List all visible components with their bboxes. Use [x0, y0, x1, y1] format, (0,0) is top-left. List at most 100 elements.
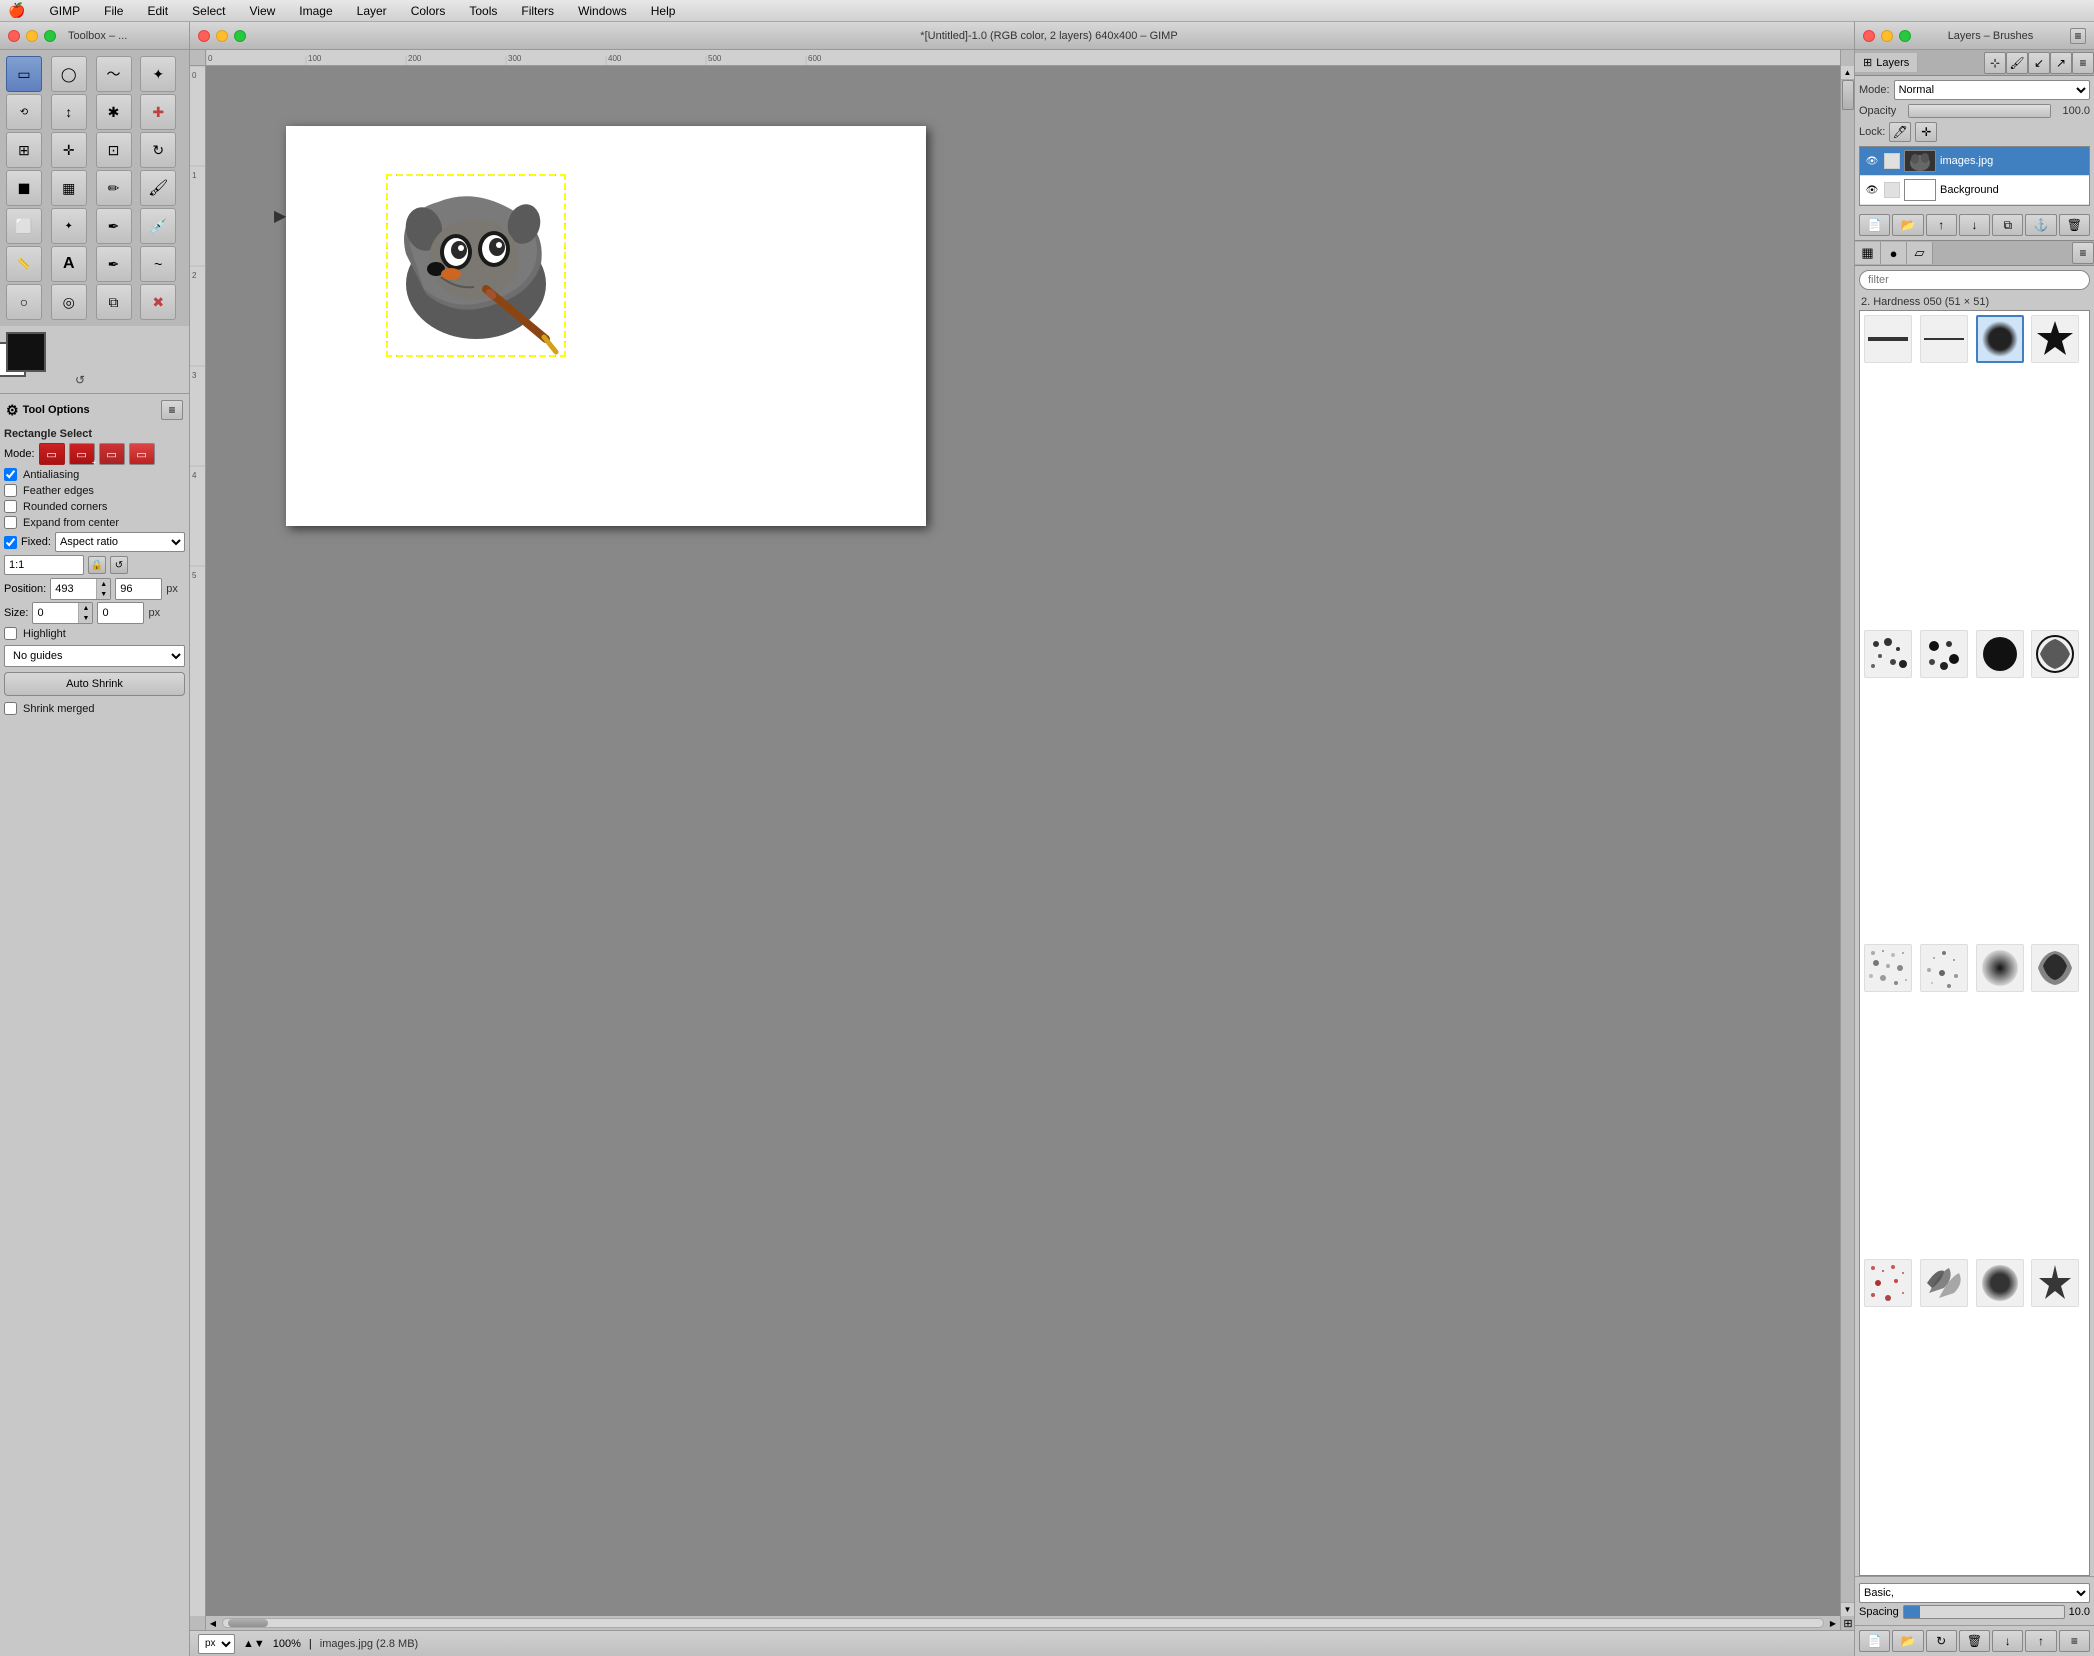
- brush-scatter-2[interactable]: [1920, 630, 1968, 678]
- foreground-color[interactable]: [6, 332, 46, 372]
- airbrush-tool[interactable]: ✦: [51, 208, 87, 244]
- right-minimize-btn[interactable]: [1881, 30, 1893, 42]
- rotate-tool[interactable]: ↻: [140, 132, 176, 168]
- brush-delete-btn[interactable]: 🗑: [1959, 1630, 1990, 1652]
- brushes-config-btn[interactable]: ≡: [2072, 242, 2094, 264]
- size-w-spinbox[interactable]: ▲ ▼: [32, 602, 93, 624]
- menu-filters[interactable]: Filters: [517, 4, 558, 18]
- brush-new-btn[interactable]: 📄: [1859, 1630, 1890, 1652]
- brush-round-large[interactable]: [1976, 1259, 2024, 1307]
- scale-tool[interactable]: ⟲: [6, 94, 42, 130]
- menu-layer[interactable]: Layer: [353, 4, 391, 18]
- sharpen-blur-tool[interactable]: ◎: [51, 284, 87, 320]
- brush-open-btn[interactable]: 📂: [1892, 1630, 1923, 1652]
- heal-tool[interactable]: ✚: [140, 94, 176, 130]
- h-scroll-thumb[interactable]: [228, 1619, 268, 1627]
- menu-help[interactable]: Help: [647, 4, 680, 18]
- toolbox-maximize-btn[interactable]: [44, 30, 56, 42]
- brush-round[interactable]: [1976, 630, 2024, 678]
- canvas-minimize-btn[interactable]: [216, 30, 228, 42]
- panel-icon-btn-2[interactable]: 🖌: [2006, 52, 2028, 74]
- brush-star[interactable]: [2031, 315, 2079, 363]
- layer-chain-images[interactable]: [1884, 153, 1900, 169]
- brush-line-1[interactable]: [1864, 315, 1912, 363]
- brush-extra-1[interactable]: ↓: [1992, 1630, 2023, 1652]
- brush-grunge-1[interactable]: [2031, 630, 2079, 678]
- ink-tool[interactable]: ✒: [96, 208, 132, 244]
- flip-tool[interactable]: ↕: [51, 94, 87, 130]
- duplicate-layer-btn[interactable]: ⧉: [1992, 214, 2023, 236]
- v-scrollbar[interactable]: ▲ ▼: [1840, 66, 1854, 1616]
- fuzzy-select-tool[interactable]: ✦: [140, 56, 176, 92]
- menu-file[interactable]: File: [100, 4, 127, 18]
- opacity-slider[interactable]: [1908, 104, 2051, 118]
- fixed-type-select[interactable]: Aspect ratio Width Height Size: [55, 532, 185, 552]
- layer-item-images[interactable]: 👁 images.jpg: [1860, 147, 2089, 176]
- layer-chain-background[interactable]: [1884, 182, 1900, 198]
- right-close-btn[interactable]: [1863, 30, 1875, 42]
- panel-icon-btn-4[interactable]: ↗: [2050, 52, 2072, 74]
- canvas-close-btn[interactable]: [198, 30, 210, 42]
- right-maximize-btn[interactable]: [1899, 30, 1911, 42]
- position-y-input[interactable]: [116, 579, 161, 599]
- layer-mode-select[interactable]: Normal Dissolve Multiply Screen: [1894, 80, 2090, 100]
- zoom-arrows[interactable]: ▲▼: [243, 1638, 265, 1650]
- position-x-spinbox[interactable]: ▲ ▼: [50, 578, 111, 600]
- spacing-slider[interactable]: [1903, 1605, 2065, 1619]
- auto-shrink-button[interactable]: Auto Shrink: [4, 672, 185, 696]
- path-tool[interactable]: ✒: [96, 246, 132, 282]
- menu-colors[interactable]: Colors: [407, 4, 450, 18]
- size-w-down[interactable]: ▼: [78, 613, 92, 623]
- mode-subtract-btn[interactable]: ▭: [99, 443, 125, 465]
- rectangle-select-tool[interactable]: ▭: [6, 56, 42, 92]
- menu-edit[interactable]: Edit: [143, 4, 172, 18]
- fixed-checkbox[interactable]: [4, 536, 17, 549]
- eraser-tool[interactable]: ⬜: [6, 208, 42, 244]
- paintbrush-tool[interactable]: 🖌: [140, 170, 176, 206]
- menu-windows[interactable]: Windows: [574, 4, 631, 18]
- right-panel-menu-btn[interactable]: ≡: [2070, 28, 2086, 44]
- color-picker-tool[interactable]: 💉: [140, 208, 176, 244]
- brush-leaves[interactable]: [1920, 1259, 1968, 1307]
- aspect-lock-btn[interactable]: 🔒: [88, 556, 106, 574]
- panel-config-btn[interactable]: ≡: [2072, 52, 2094, 74]
- guides-select[interactable]: No guides Center lines Rule of thirds: [4, 645, 185, 667]
- new-layer-btn[interactable]: 📄: [1859, 214, 1890, 236]
- mode-add-btn[interactable]: +▭: [69, 443, 95, 465]
- move-tool[interactable]: ✛: [51, 132, 87, 168]
- delete-layer-btn[interactable]: 🗑: [2059, 214, 2090, 236]
- brush-gradient-tab[interactable]: ▱: [1907, 242, 1933, 264]
- panel-icon-btn-1[interactable]: ⊹: [1984, 52, 2006, 74]
- toolbox-minimize-btn[interactable]: [26, 30, 38, 42]
- raise-layer-btn[interactable]: ↑: [1926, 214, 1957, 236]
- extra-tool[interactable]: ✖: [140, 284, 176, 320]
- brush-red-texture[interactable]: [1864, 1259, 1912, 1307]
- menu-tools[interactable]: Tools: [465, 4, 501, 18]
- layer-item-background[interactable]: 👁 Background: [1860, 176, 2089, 205]
- position-x-up[interactable]: ▲: [96, 579, 110, 589]
- brush-extra-3[interactable]: ≡: [2059, 1630, 2090, 1652]
- panel-icon-btn-3[interactable]: ↙: [2028, 52, 2050, 74]
- resize-corner[interactable]: ⊞: [1841, 1616, 1854, 1630]
- layer-visibility-images[interactable]: 👁: [1864, 153, 1880, 169]
- lock-pixels-btn[interactable]: 🖊: [1889, 122, 1911, 142]
- brush-line-2[interactable]: [1920, 315, 1968, 363]
- crop-tool[interactable]: ⊡: [96, 132, 132, 168]
- v-scroll-down-btn[interactable]: ▼: [1841, 1602, 1855, 1616]
- antialiasing-checkbox[interactable]: [4, 468, 17, 481]
- brush-texture-2[interactable]: [1920, 944, 1968, 992]
- tool-options-menu-btn[interactable]: ≡: [161, 400, 183, 420]
- zoom-select[interactable]: px %: [198, 1634, 235, 1654]
- brush-extra-2[interactable]: ↑: [2025, 1630, 2056, 1652]
- dodge-burn-tool[interactable]: ○: [6, 284, 42, 320]
- brush-texture-1[interactable]: [1864, 944, 1912, 992]
- ellipse-select-tool[interactable]: ◯: [51, 56, 87, 92]
- position-x-down[interactable]: ▼: [96, 589, 110, 599]
- canvas-work-area[interactable]: ▶: [206, 66, 1840, 1616]
- mode-intersect-btn[interactable]: ▭: [129, 443, 155, 465]
- layers-tab[interactable]: ⊞ Layers: [1855, 53, 1918, 72]
- size-h-spinbox[interactable]: [97, 602, 144, 624]
- apple-logo[interactable]: 🍎: [8, 2, 25, 19]
- h-scroll-left-btn[interactable]: ◀: [206, 1616, 220, 1630]
- basic-select[interactable]: Basic,: [1859, 1583, 2090, 1603]
